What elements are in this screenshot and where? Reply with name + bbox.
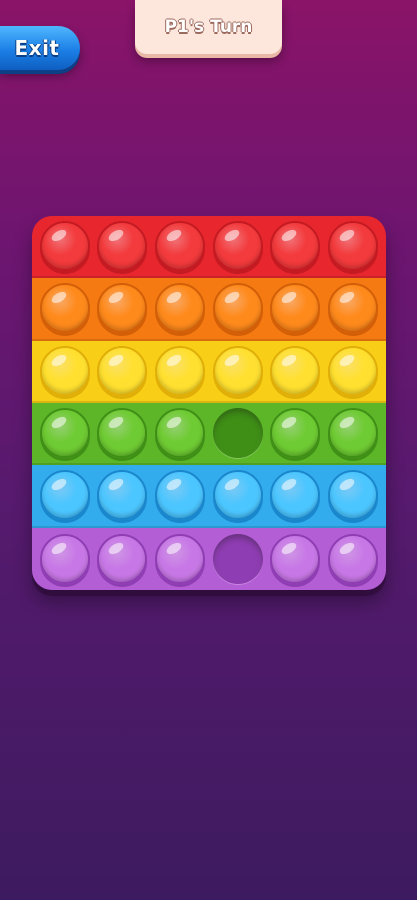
bubble-green-3[interactable] <box>155 408 206 459</box>
bubble-red-5[interactable] <box>270 221 321 272</box>
bubble-red-1[interactable] <box>39 221 90 272</box>
bubble-blue-2[interactable] <box>97 470 148 521</box>
bubble-blue-3[interactable] <box>155 470 206 521</box>
bubble-row-green <box>32 402 386 466</box>
bubble-red-6[interactable] <box>328 221 379 272</box>
bubble-purple-1[interactable] <box>39 533 90 584</box>
pop-it-board <box>32 216 386 590</box>
bubble-yellow-5[interactable] <box>270 345 321 396</box>
bubble-row-orange <box>32 278 386 341</box>
turn-indicator: P1's Turn <box>135 0 282 54</box>
bubble-blue-1[interactable] <box>39 470 90 521</box>
bubble-red-3[interactable] <box>155 221 206 272</box>
bubble-purple-5[interactable] <box>270 533 321 584</box>
bubble-green-1[interactable] <box>39 408 90 459</box>
bubble-row-purple <box>32 527 386 590</box>
bubble-yellow-3[interactable] <box>155 345 206 396</box>
bubble-blue-6[interactable] <box>328 470 379 521</box>
bubble-red-4[interactable] <box>212 221 263 272</box>
bubble-orange-3[interactable] <box>155 283 206 334</box>
bubble-purple-3[interactable] <box>155 533 206 584</box>
bubble-row-yellow <box>32 340 386 403</box>
bubble-row-blue <box>32 465 386 528</box>
popped-bubble-purple-4[interactable] <box>212 533 263 584</box>
bubble-orange-4[interactable] <box>212 283 263 334</box>
bubble-yellow-1[interactable] <box>39 345 90 396</box>
bubble-row-red <box>32 216 386 279</box>
bubble-orange-5[interactable] <box>270 283 321 334</box>
bubble-orange-2[interactable] <box>97 283 148 334</box>
bubble-orange-6[interactable] <box>328 283 379 334</box>
bubble-red-2[interactable] <box>97 221 148 272</box>
bubble-orange-1[interactable] <box>39 283 90 334</box>
bubble-yellow-4[interactable] <box>212 345 263 396</box>
turn-indicator-label: P1's Turn <box>164 17 253 37</box>
exit-button[interactable]: Exit <box>0 26 80 70</box>
bubble-yellow-6[interactable] <box>328 345 379 396</box>
bubble-yellow-2[interactable] <box>97 345 148 396</box>
bubble-purple-6[interactable] <box>328 533 379 584</box>
bubble-green-6[interactable] <box>328 408 379 459</box>
bubble-blue-4[interactable] <box>212 470 263 521</box>
bubble-green-2[interactable] <box>97 408 148 459</box>
bubble-green-5[interactable] <box>270 408 321 459</box>
bubble-purple-2[interactable] <box>97 533 148 584</box>
bubble-blue-5[interactable] <box>270 470 321 521</box>
popped-bubble-green-4[interactable] <box>212 408 263 459</box>
exit-button-label: Exit <box>14 36 60 60</box>
